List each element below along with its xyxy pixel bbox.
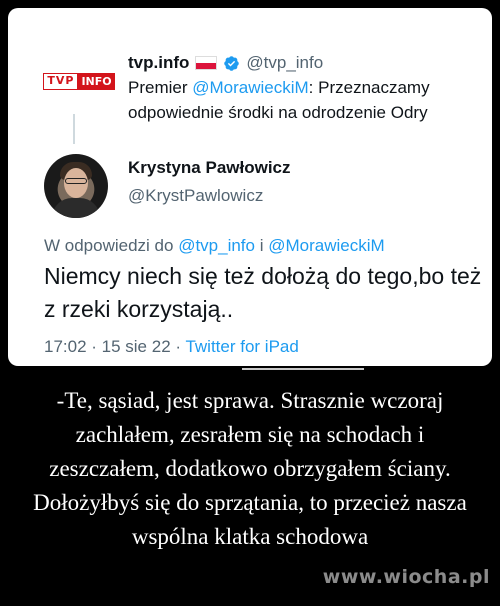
reply-mention-tvp[interactable]: @tvp_info [178,236,255,255]
quoted-tweet-text: Premier @MorawieckiM: Przeznaczamy odpow… [128,75,488,125]
author-name[interactable]: Krystyna Pawłowicz [128,158,291,178]
site-watermark: www.wiocha.pl [322,566,490,588]
quoted-author-handle[interactable]: @tvp_info [246,53,323,73]
reply-join: i [255,236,269,255]
author-handle[interactable]: @KrystPawlowicz [128,186,263,206]
quoted-text-prefix: Premier [128,78,193,97]
tvp-info-avatar[interactable]: TVP INFO [36,50,122,124]
tweet-timestamp[interactable]: 17:02 · 15 sie 22 · [44,337,185,356]
verified-badge-icon [224,55,240,71]
meme-caption: -Te, sąsiad, jest sprawa. Strasznie wczo… [33,388,467,549]
tvp-info-logo: TVP INFO [43,72,115,90]
author-avatar[interactable] [44,154,108,218]
reply-mention-morawiecki[interactable]: @MorawieckiM [268,236,384,255]
tweet-text: Niemcy niech się też dołożą do tego,bo t… [44,263,482,322]
divider-bar [242,368,364,370]
tvp-logo-right: INFO [78,72,115,90]
reply-to-line: W odpowiedzi do @tvp_info i @MorawieckiM [44,236,385,256]
poland-flag-icon [195,56,218,70]
quoted-mention-link[interactable]: @MorawieckiM [192,78,308,97]
tweet-source-link[interactable]: Twitter for iPad [185,337,298,356]
reply-prefix: W odpowiedzi do [44,236,179,255]
quoted-author-name[interactable]: tvp.info [128,53,189,73]
tvp-logo-left: TVP [43,72,79,90]
quoted-tweet-header: tvp.info @tvp_info [128,51,323,75]
tweet-screenshot-card: TVP INFO tvp.info @tvp_info Premier @Mora… [8,8,492,366]
tweet-metadata: 17:02 · 15 sie 22 · Twitter for iPad [44,337,299,357]
thread-connector-line [73,114,75,144]
